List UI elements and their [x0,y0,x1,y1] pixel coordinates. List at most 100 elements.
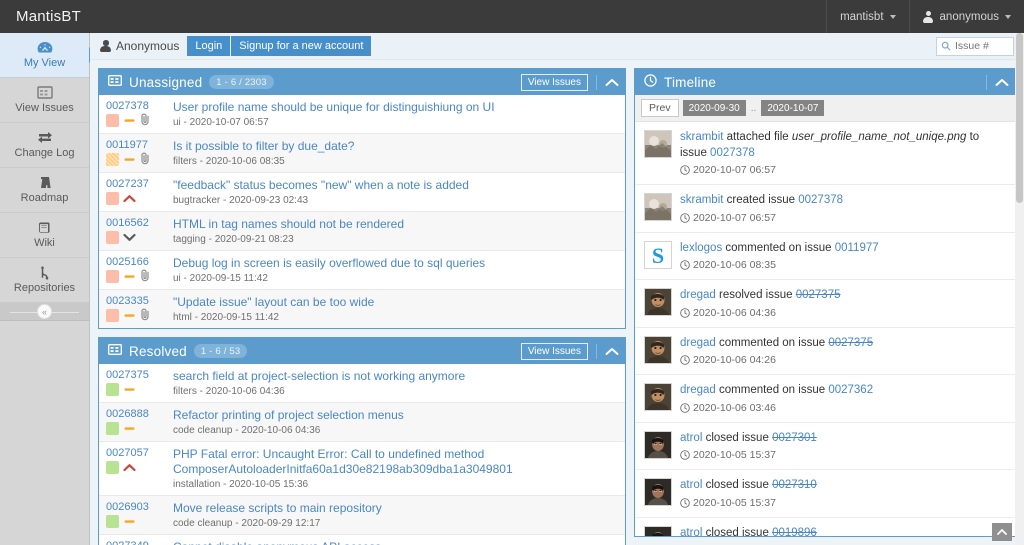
view-issues-button[interactable]: View Issues [520,73,588,91]
timeline-user-link[interactable]: lexlogos [680,242,722,254]
attachment-icon [140,113,151,129]
priority-high-icon [123,461,136,475]
issue-summary-link[interactable]: search field at project-selection is not… [173,369,617,384]
issue-summary-link[interactable]: Move release scripts to main repository [173,501,617,516]
issue-summary-link[interactable]: Refactor printing of project selection m… [173,408,617,423]
panel-header-actions: View Issues [520,73,619,91]
issue-summary-link[interactable]: Debug log in screen is easily overflowed… [173,256,617,271]
issue-id-link[interactable]: 0026888 [106,408,170,420]
timeline-timestamp: 2020-10-06 04:26 [693,354,776,367]
timeline-user-link[interactable]: dregad [680,384,716,396]
timeline-issue-link[interactable]: 0019896 [772,527,817,536]
timeline-issue-link[interactable]: 0027310 [772,479,817,491]
issue-summary-link[interactable]: "feedback" status becomes "new" when a n… [173,178,617,193]
scroll-to-top-button[interactable] [992,523,1012,541]
list-item: dregad commented on issue 0027375 2020-10… [635,328,1015,376]
login-button[interactable]: Login [187,35,231,57]
sidebar-collapse-toggle[interactable]: « [0,303,89,321]
clock-icon [644,74,657,90]
table-row[interactable]: 0027349Cannot disable anonymous API acce… [99,535,625,545]
clock-icon [680,165,690,175]
issue-id-link[interactable]: 0027375 [106,369,170,381]
issue-meta: tagging - 2020-09-21 08:23 [173,234,294,245]
page-scrollbar[interactable] [1015,33,1024,545]
timeline-issue-link[interactable]: 0027378 [798,194,843,206]
issue-summary-link[interactable]: User profile name should be unique for d… [173,100,617,115]
issue-id-link[interactable]: 0027378 [106,100,170,112]
issue-id-link[interactable]: 0023335 [106,295,170,307]
sidebar-item-repositories[interactable]: Repositories [0,258,89,303]
timeline-date-to[interactable]: 2020-10-07 [761,100,825,116]
sidebar-item-roadmap[interactable]: Roadmap [0,168,89,213]
project-selector[interactable]: mantisbt [826,0,909,33]
timeline-user-link[interactable]: skrambit [680,194,723,206]
sidebar-item-change-log[interactable]: Change Log [0,123,89,168]
timeline-entry-body: dregad commented on issue 0027362 2020-10… [680,383,1005,414]
issue-id-cell: 0025166 [106,256,170,284]
issue-summary-link[interactable]: Cannot disable anonymous API access [173,540,617,545]
timeline-user-link[interactable]: dregad [680,337,716,349]
sidebar-item-my-view[interactable]: My View [0,33,89,78]
issue-summary-link[interactable]: Is it possible to filter by due_date? [173,139,617,154]
signup-button[interactable]: Signup for a new account [230,35,372,57]
sidebar-item-view-issues[interactable]: View Issues [0,78,89,123]
view-issues-button[interactable]: View Issues [520,342,588,360]
collapse-panel-icon[interactable] [605,78,619,87]
table-row[interactable]: 0027237 "feedback" status becomes "new" w… [99,173,625,212]
table-row[interactable]: 0027057 PHP Fatal error: Uncaught Error: … [99,442,625,496]
table-row[interactable]: 0025166 Debug log in screen is easily ove… [99,251,625,290]
timeline-entry-text: skrambit created issue 0027378 [680,194,844,207]
avatar [644,525,672,536]
search-input[interactable] [936,36,1014,56]
timeline-user-link[interactable]: atrol [680,527,702,536]
issue-summary-link[interactable]: PHP Fatal error: Uncaught Error: Call to… [173,447,617,477]
issue-id-link[interactable]: 0025166 [106,256,170,268]
timeline-issue-link[interactable]: 0027378 [710,147,755,159]
issue-summary-link[interactable]: "Update issue" layout can be too wide [173,295,617,310]
timeline-user-link[interactable]: atrol [680,432,702,444]
timeline-issue-link[interactable]: 0011977 [835,242,879,254]
collapse-panel-icon[interactable] [995,78,1009,87]
timeline-entry-time: 2020-10-05 15:37 [680,497,1005,509]
brand-logo[interactable]: MantisBT [0,0,97,33]
timeline-issue-link[interactable]: 0027362 [828,384,873,396]
right-column: Timeline Prev 2020-09-30 .. 2020-10-07 s… [634,68,1016,537]
priority-normal-icon [123,383,136,397]
priority-high-icon [123,192,136,206]
table-row[interactable]: 0026888 Refactor printing of project sele… [99,403,625,442]
timeline-user-link[interactable]: skrambit [680,131,723,143]
status-swatch [106,515,119,528]
issue-id-link[interactable]: 0026903 [106,501,170,513]
issue-id-cell: 0027237 [106,178,170,206]
table-row[interactable]: 0011977 Is it possible to filter by due_d… [99,134,625,173]
issue-main-cell: "Update issue" layout can be too wide htm… [170,295,617,323]
timeline-entry-body: skrambit created issue 0027378 2020-10-07… [680,193,1005,224]
sidebar-item-wiki[interactable]: Wiki [0,213,89,258]
collapse-panel-icon[interactable] [605,347,619,356]
issue-id-link[interactable]: 0027237 [106,178,170,190]
issue-id-link[interactable]: 0027349 [106,540,170,545]
timeline-prev-button[interactable]: Prev [641,99,679,117]
timeline-issue-link[interactable]: 0027375 [828,337,873,349]
timeline-user-link[interactable]: atrol [680,479,702,491]
timeline-issue-link[interactable]: 0027301 [772,432,817,444]
user-menu[interactable]: anonymous [908,0,1024,33]
table-row[interactable]: 0027378 User profile name should be uniqu… [99,95,625,134]
table-row[interactable]: 0026903 Move release scripts to main repo… [99,496,625,535]
table-row[interactable]: 0027375 search field at project-selection… [99,364,625,403]
issue-main-cell: Is it possible to filter by due_date? fil… [170,139,617,167]
table-row[interactable]: 0023335 "Update issue" layout can be too … [99,290,625,328]
issue-id-link[interactable]: 0027057 [106,447,170,459]
timeline-entry-time: 2020-10-05 15:37 [680,449,1005,461]
mantisbt-app: MantisBT mantisbt anonymous My View View… [0,0,1024,545]
issue-badges [106,515,170,528]
timeline-date-from[interactable]: 2020-09-30 [682,100,746,116]
issue-id-link[interactable]: 0016562 [106,217,170,229]
scrollbar-thumb[interactable] [1016,33,1023,203]
timeline-user-link[interactable]: dregad [680,289,716,301]
issue-id-link[interactable]: 0011977 [106,139,170,151]
timeline-issue-link[interactable]: 0027375 [796,289,841,301]
issue-summary-link[interactable]: HTML in tag names should not be rendered [173,217,617,232]
issue-badges [106,152,170,166]
table-row[interactable]: 0016562 HTML in tag names should not be r… [99,212,625,251]
